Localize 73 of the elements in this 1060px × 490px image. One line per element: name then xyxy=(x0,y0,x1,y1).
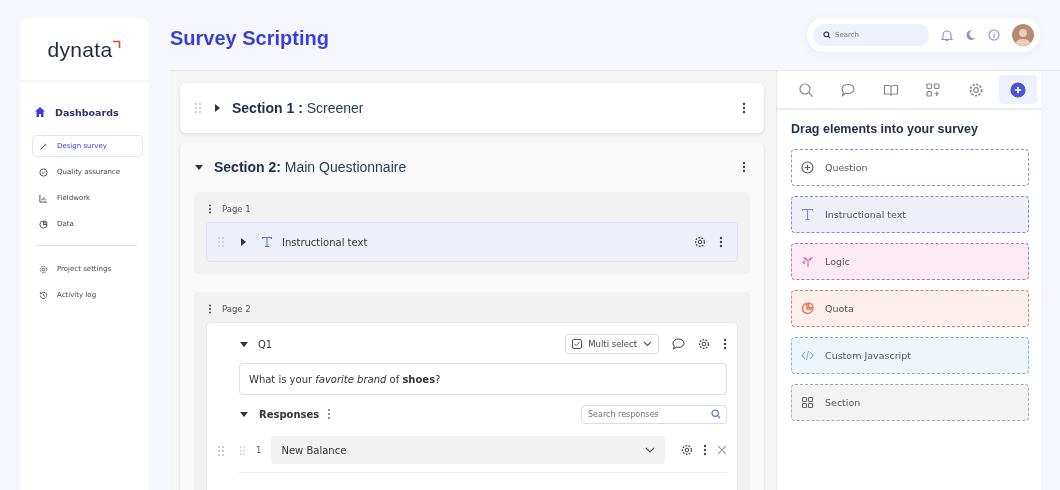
chevron-down-icon xyxy=(643,341,652,347)
search-responses-field[interactable]: Search responses xyxy=(581,404,727,424)
settings-icon[interactable] xyxy=(681,444,693,456)
draggable-element[interactable]: Logic xyxy=(791,243,1029,280)
search-icon xyxy=(823,31,831,39)
question-id: Q1 xyxy=(258,338,273,350)
logo-mark-icon xyxy=(112,40,122,49)
bell-icon[interactable] xyxy=(941,28,953,42)
text-icon xyxy=(801,208,814,221)
page-label: Page 2 xyxy=(222,304,251,314)
pie-chart-icon xyxy=(801,302,814,315)
panel-heading: Drag elements into your survey xyxy=(791,122,979,136)
question-type-dropdown[interactable]: Multi select xyxy=(565,334,659,354)
dashboards-link[interactable]: Dashboards xyxy=(34,106,143,118)
question-text-field[interactable]: What is your favorite brand of shoes? xyxy=(239,363,727,395)
text-icon xyxy=(261,236,273,248)
grid-icon xyxy=(801,396,814,409)
drag-handle-icon[interactable] xyxy=(194,102,202,114)
settings-icon xyxy=(39,264,48,274)
plus-circle-icon xyxy=(801,161,814,174)
more-icon[interactable] xyxy=(723,338,727,350)
settings-icon[interactable] xyxy=(698,338,710,350)
search-icon xyxy=(711,409,721,419)
caret-down-icon[interactable] xyxy=(194,162,204,172)
drag-handle-icon[interactable] xyxy=(217,445,225,457)
branch-icon xyxy=(801,255,814,268)
page-label: Page 1 xyxy=(222,204,251,214)
section-title: Section 2: Main Questionnaire xyxy=(214,159,407,175)
grid-plus-icon xyxy=(925,81,942,98)
comment-icon[interactable] xyxy=(672,338,685,350)
plus-circle-icon xyxy=(1009,81,1026,98)
pie-chart-icon xyxy=(39,219,48,229)
add-element-tab[interactable] xyxy=(998,75,1037,104)
drag-handle-icon[interactable] xyxy=(239,444,246,456)
home-icon xyxy=(34,106,46,118)
page-title: Survey Scripting xyxy=(170,25,329,50)
draggable-element[interactable]: Question xyxy=(791,149,1029,186)
draggable-element[interactable]: Instructional text xyxy=(791,196,1029,233)
instructional-text-block[interactable]: Instructional text xyxy=(206,222,738,262)
checkbox-icon xyxy=(572,339,583,349)
info-icon[interactable] xyxy=(988,29,1000,41)
caret-down-icon[interactable] xyxy=(239,409,249,419)
draggable-element[interactable]: Section xyxy=(791,384,1029,421)
more-icon[interactable] xyxy=(719,236,723,248)
code-icon xyxy=(801,349,814,362)
drag-handle-icon[interactable] xyxy=(217,236,225,248)
logo-text: dynata xyxy=(47,38,113,62)
more-icon[interactable] xyxy=(742,102,746,114)
response-number: 1 xyxy=(256,445,262,455)
bar-chart-icon xyxy=(39,193,48,203)
history-icon xyxy=(39,290,48,300)
avatar[interactable] xyxy=(1012,24,1034,46)
caret-down-icon[interactable] xyxy=(239,339,249,349)
more-icon[interactable] xyxy=(208,204,212,214)
check-circle-icon xyxy=(39,167,48,177)
pen-icon xyxy=(39,141,48,151)
response-field[interactable]: New Balance xyxy=(271,436,665,464)
settings-icon[interactable] xyxy=(694,236,706,248)
responses-heading: Responses xyxy=(259,408,320,420)
more-icon[interactable] xyxy=(703,444,707,456)
settings-icon xyxy=(967,81,984,98)
draggable-element[interactable]: Custom Javascript xyxy=(791,337,1029,374)
chevron-down-icon xyxy=(645,447,655,453)
element-title: Instructional text xyxy=(282,236,368,248)
section-title: Section 1 : Screener xyxy=(232,100,364,116)
draggable-element[interactable]: Quota xyxy=(791,290,1029,327)
search-icon xyxy=(798,81,814,98)
more-icon[interactable] xyxy=(742,161,746,173)
caret-right-icon[interactable] xyxy=(238,237,248,247)
moon-icon[interactable] xyxy=(965,29,976,41)
comment-icon xyxy=(840,81,857,98)
caret-right-icon[interactable] xyxy=(212,103,222,113)
more-icon[interactable] xyxy=(208,304,212,314)
